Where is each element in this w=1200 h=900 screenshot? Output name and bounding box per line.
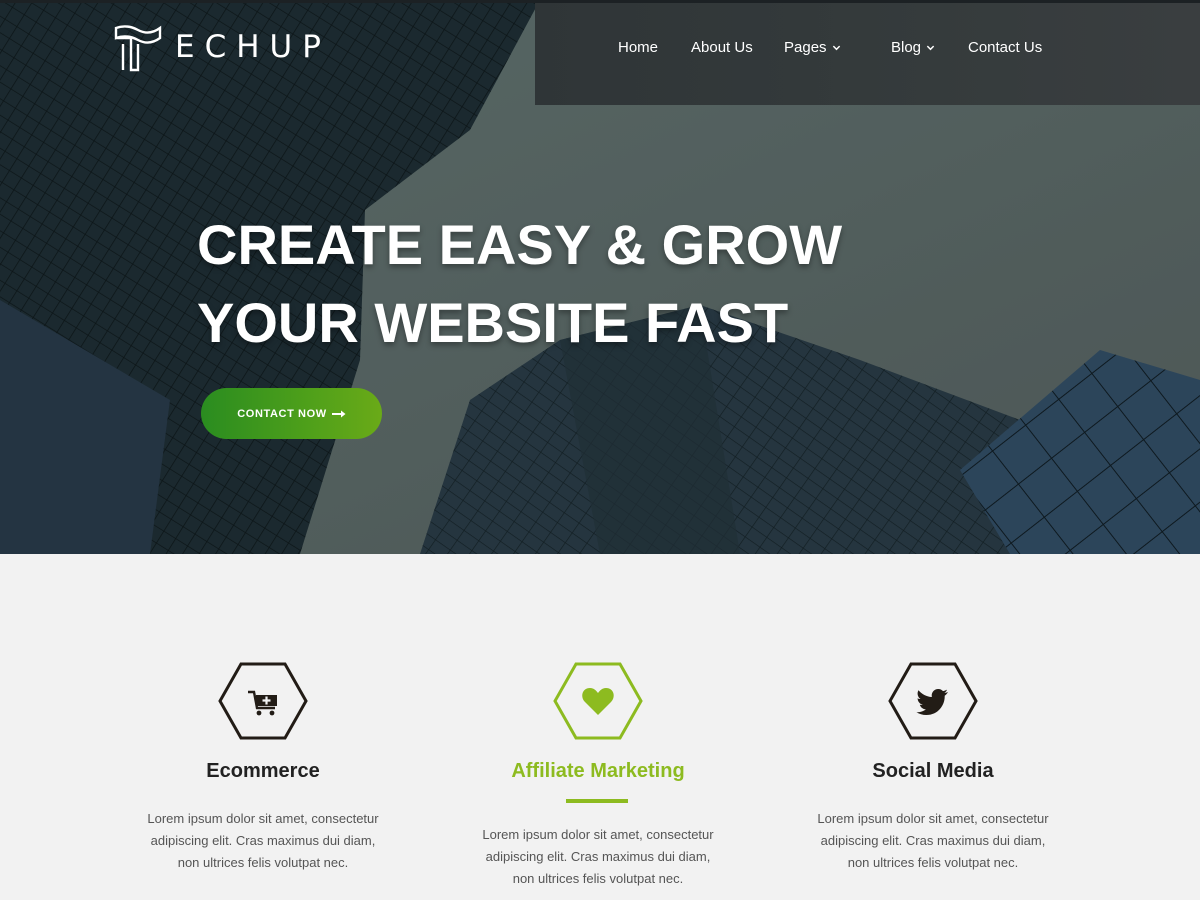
nav-label: Contact Us [968, 38, 1043, 56]
nav-item-contact-us[interactable]: Contact Us [968, 36, 1042, 58]
arrow-right-icon [331, 410, 346, 417]
site-logo[interactable]: ECHUP [113, 22, 331, 72]
chevron-down-icon [926, 45, 935, 50]
twitter-bird-icon [916, 689, 948, 715]
feature-title: Ecommerce [206, 760, 320, 782]
features-section: Ecommerce Lorem ipsum dolor sit amet, co… [0, 554, 1200, 900]
hero-headline-line-2: YOUR WEBSITE FAST [197, 291, 789, 354]
nav-item-pages[interactable]: Pages [784, 36, 841, 58]
cta-label: CONTACT NOW [237, 407, 327, 420]
feature-hexagon [553, 662, 643, 740]
nav-item-about-us[interactable]: About Us [691, 36, 753, 58]
feature-description: Lorem ipsum dolor sit amet, consectetur … [817, 811, 1049, 870]
feature-title: Affiliate Marketing [511, 760, 685, 782]
chevron-down-icon [832, 45, 840, 50]
feature-hexagon [218, 662, 308, 740]
techup-t-logo-icon [114, 25, 162, 72]
nav-label: Pages [784, 38, 827, 56]
nav-label: About Us [691, 38, 753, 56]
contact-now-button[interactable]: CONTACT NOW [201, 388, 382, 439]
hero-section: ECHUP Home About Us Pages Blog Contact U… [0, 0, 1200, 554]
nav-label: Blog [891, 38, 922, 56]
feature-title: Social Media [872, 760, 994, 782]
hero-headline-line-1: CREATE EASY & GROW [197, 213, 843, 276]
feature-hexagon [888, 662, 978, 740]
feature-description: Lorem ipsum dolor sit amet, consectetur … [482, 827, 714, 886]
cart-plus-icon [248, 690, 277, 716]
nav-item-blog[interactable]: Blog [891, 36, 935, 58]
active-feature-underline [566, 799, 628, 803]
nav-label: Home [618, 38, 659, 56]
top-strip [0, 0, 1200, 3]
hero-headline: CREATE EASY & GROW YOUR WEBSITE FAST [197, 206, 842, 362]
feature-description: Lorem ipsum dolor sit amet, consectetur … [147, 811, 379, 870]
heart-icon [582, 688, 614, 715]
brand-name: ECHUP [175, 29, 331, 65]
nav-item-home[interactable]: Home [618, 36, 658, 58]
